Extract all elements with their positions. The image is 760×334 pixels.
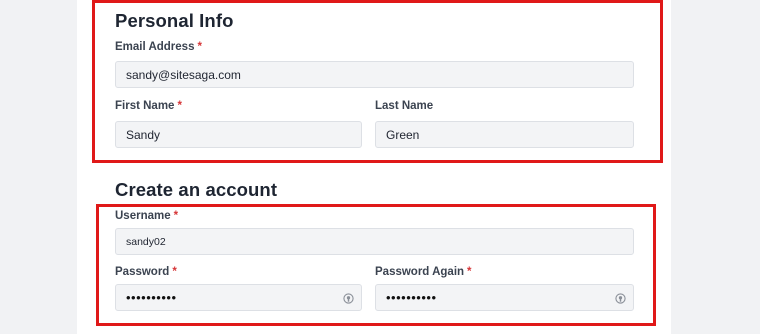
highlight-box-personal-info — [92, 0, 663, 163]
create-account-heading: Create an account — [115, 179, 278, 200]
page: Personal Info Email Address * sandy@sites… — [0, 0, 760, 334]
highlight-box-account — [96, 204, 656, 326]
